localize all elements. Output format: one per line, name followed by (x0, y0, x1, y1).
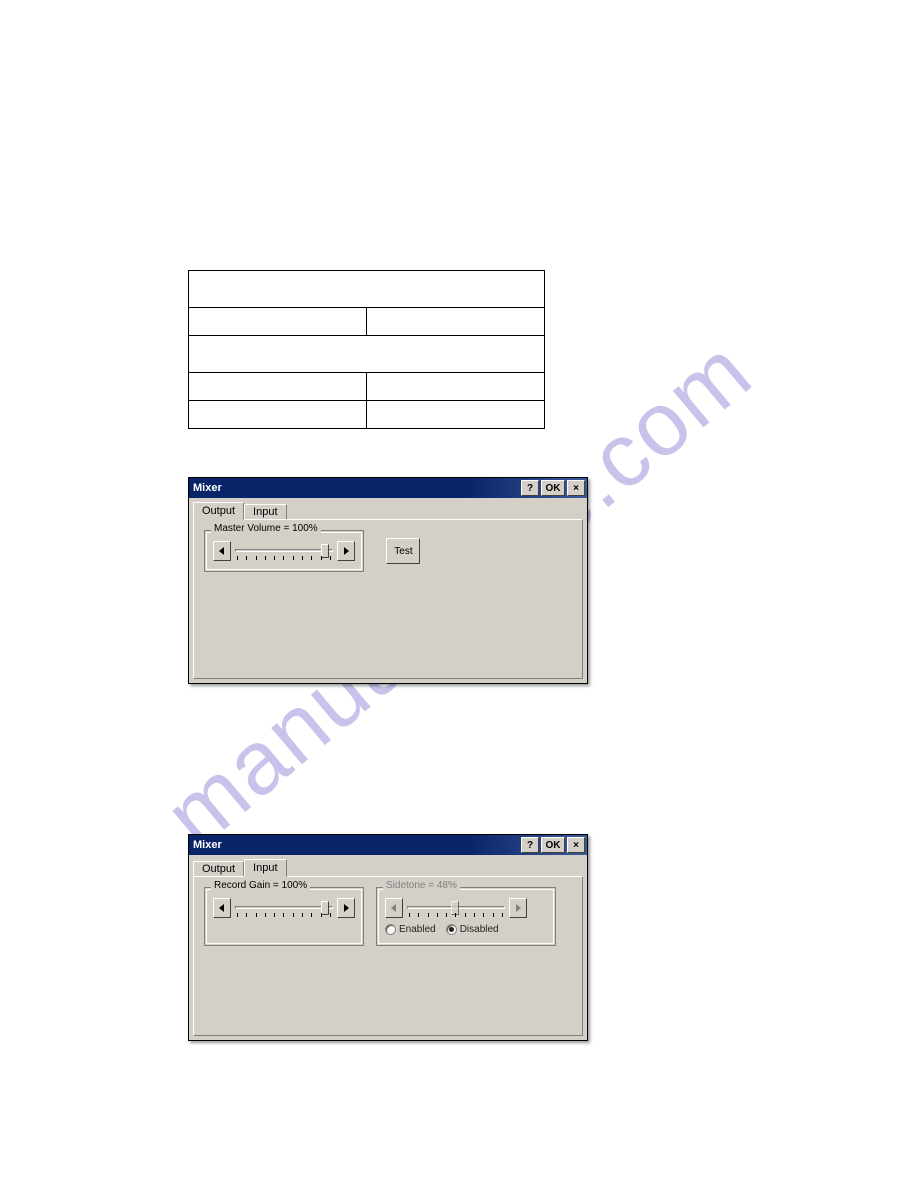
sidetone-enabled-label: Enabled (399, 924, 436, 935)
mixer-dialog-input: Mixer ? OK × Output Input Record Gain = … (188, 834, 588, 1041)
sidetone-increase-button (509, 898, 527, 918)
dialog-title: Mixer (193, 482, 222, 494)
volume-increase-button[interactable] (337, 541, 355, 561)
sidetone-decrease-button (385, 898, 403, 918)
sidetone-group: Sidetone = 48% (376, 887, 556, 946)
tabpanel-output: Master Volume = 100% Test (193, 519, 583, 679)
page-content: Mixer ? OK × Output Input Master Volume … (188, 270, 588, 1041)
gain-slider[interactable] (235, 898, 333, 918)
sidetone-disabled-radio[interactable] (446, 924, 457, 935)
ok-button[interactable]: OK (541, 480, 565, 496)
tabpanel-input: Record Gain = 100% (193, 876, 583, 1036)
sidetone-slider (407, 898, 505, 918)
gain-increase-button[interactable] (337, 898, 355, 918)
sidetone-disabled-label: Disabled (460, 924, 499, 935)
tabstrip: Output Input (189, 855, 587, 876)
volume-slider[interactable] (235, 541, 333, 561)
mixer-dialog-output: Mixer ? OK × Output Input Master Volume … (188, 477, 588, 684)
record-gain-label: Record Gain = 100% (211, 880, 310, 891)
tab-input[interactable]: Input (244, 504, 286, 519)
gain-decrease-button[interactable] (213, 898, 231, 918)
record-gain-group: Record Gain = 100% (204, 887, 364, 946)
sidetone-enabled-radio[interactable] (385, 924, 396, 935)
master-volume-group: Master Volume = 100% (204, 530, 364, 572)
tab-input[interactable]: Input (244, 859, 286, 877)
tab-output[interactable]: Output (193, 502, 244, 520)
titlebar: Mixer ? OK × (189, 478, 587, 498)
close-button[interactable]: × (567, 837, 585, 853)
master-volume-label: Master Volume = 100% (211, 523, 321, 534)
close-button[interactable]: × (567, 480, 585, 496)
empty-table (188, 270, 545, 429)
tab-output[interactable]: Output (193, 861, 244, 876)
ok-button[interactable]: OK (541, 837, 565, 853)
dialog-title: Mixer (193, 839, 222, 851)
titlebar: Mixer ? OK × (189, 835, 587, 855)
test-button[interactable]: Test (386, 538, 420, 564)
help-button[interactable]: ? (521, 837, 539, 853)
help-button[interactable]: ? (521, 480, 539, 496)
volume-decrease-button[interactable] (213, 541, 231, 561)
tabstrip: Output Input (189, 498, 587, 519)
sidetone-label: Sidetone = 48% (383, 880, 460, 891)
